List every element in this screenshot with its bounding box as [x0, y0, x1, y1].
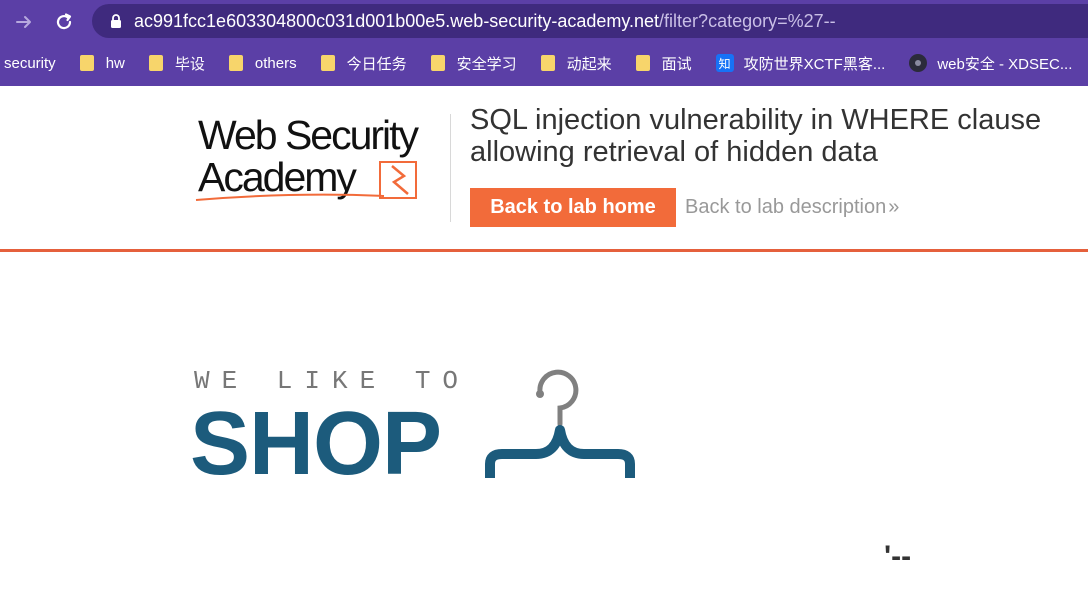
header-divider: [450, 114, 451, 222]
lock-icon[interactable]: [110, 14, 122, 34]
logo-swoosh-icon: [195, 161, 417, 201]
bookmark-others[interactable]: others: [217, 48, 309, 78]
hanger-icon: [485, 369, 635, 478]
shop-wordmark: SHOP: [190, 394, 442, 494]
browser-chrome: ac991fcc1e603304800c031d001b00e5.web-sec…: [0, 0, 1088, 86]
folder-icon: [148, 55, 163, 71]
bookmark-bishe[interactable]: 毕设: [137, 48, 217, 78]
double-chevron-right-icon: »: [888, 196, 900, 218]
folder-icon: [635, 55, 650, 71]
lab-header: Web Security Academy SQL injection vulne…: [0, 86, 1088, 252]
bookmark-move[interactable]: 动起来: [529, 48, 624, 78]
bookmark-hw[interactable]: hw: [68, 48, 137, 78]
folder-icon: [540, 55, 555, 71]
bookmark-security-study[interactable]: 安全学习: [419, 48, 529, 78]
folder-icon: [228, 55, 243, 71]
address-bar[interactable]: ac991fcc1e603304800c031d001b00e5.web-sec…: [92, 4, 1088, 38]
folder-icon: [79, 55, 94, 71]
forward-arrow-icon[interactable]: [10, 8, 38, 36]
bookmarks-bar: security hw 毕设 others 今日任务 安全学习 动起来 面试 知…: [0, 48, 1084, 78]
reload-icon[interactable]: [50, 8, 78, 36]
folder-icon: [320, 55, 335, 71]
url-text[interactable]: ac991fcc1e603304800c031d001b00e5.web-sec…: [134, 11, 836, 32]
web-security-academy-logo[interactable]: Web Security Academy: [194, 112, 450, 206]
shop-tagline: WE LIKE TO: [194, 366, 471, 396]
back-to-lab-home-button[interactable]: Back to lab home: [470, 188, 676, 227]
bookmark-security[interactable]: security: [0, 48, 68, 78]
bookmark-xctf[interactable]: 知攻防世界XCTF黑客...: [704, 48, 898, 78]
search-term-echo: '--: [884, 540, 912, 573]
back-to-lab-description-link[interactable]: Back to lab description»: [685, 196, 899, 219]
lab-title: SQL injection vulnerability in WHERE cla…: [470, 104, 1042, 168]
folder-icon: [430, 55, 445, 71]
bookmark-interview[interactable]: 面试: [624, 48, 704, 78]
xdsec-icon: [909, 54, 928, 72]
bookmark-today-tasks[interactable]: 今日任务: [309, 48, 419, 78]
bookmark-xdsec[interactable]: web安全 - XDSEC...: [897, 48, 1084, 78]
zhihu-icon: 知: [715, 54, 734, 72]
